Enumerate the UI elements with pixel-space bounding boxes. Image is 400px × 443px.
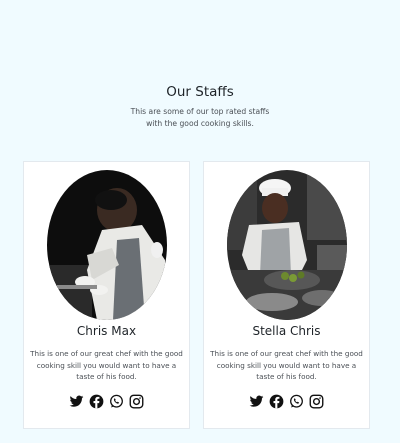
staff-card: Stella Chris This is one of our great ch… (203, 161, 370, 429)
subtitle-line-1: This are some of our top rated staffs (130, 107, 270, 116)
staff-name: Stella Chris (252, 324, 321, 338)
instagram-icon[interactable] (309, 394, 324, 409)
staff-description: This is one of our great chef with the g… (210, 349, 363, 381)
facebook-icon[interactable] (269, 394, 284, 409)
facebook-icon[interactable] (89, 394, 104, 409)
twitter-icon[interactable] (249, 394, 264, 409)
whatsapp-icon[interactable] (289, 394, 304, 409)
staff-cards: Chris Max This is one of our great chef … (23, 161, 373, 431)
staff-card: Chris Max This is one of our great chef … (23, 161, 190, 429)
section-subtitle: This are some of our top rated staffs wi… (0, 106, 400, 130)
section-title: Our Staffs (166, 84, 234, 100)
staff-name: Chris Max (76, 324, 137, 338)
staff-photo (227, 170, 347, 320)
subtitle-line-2: with the good cooking skills. (146, 119, 254, 128)
social-links (204, 394, 369, 409)
whatsapp-icon[interactable] (109, 394, 124, 409)
social-links (24, 394, 189, 409)
staff-photo (47, 170, 167, 320)
staff-section: Our Staffs This are some of our top rate… (0, 0, 400, 443)
instagram-icon[interactable] (129, 394, 144, 409)
twitter-icon[interactable] (69, 394, 84, 409)
staff-description: This is one of our great chef with the g… (30, 349, 183, 381)
